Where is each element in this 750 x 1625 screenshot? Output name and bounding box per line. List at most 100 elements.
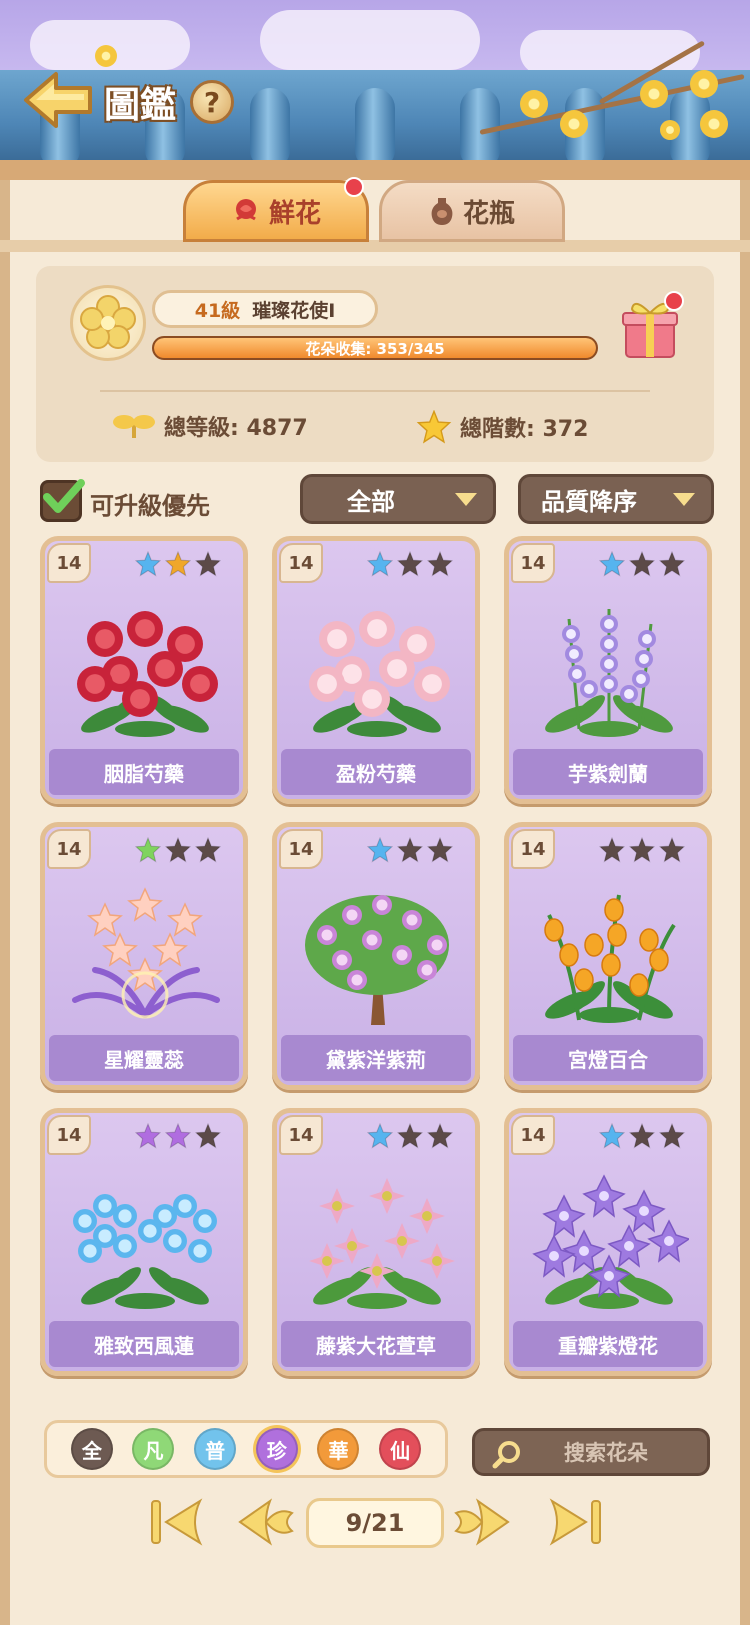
page-title: 圖鑑 — [104, 84, 177, 126]
rank-title: 璀璨花使I — [252, 299, 336, 322]
daylily-illustration — [309, 1178, 455, 1309]
flower-name: 星耀靈蕊 — [49, 1035, 239, 1081]
flower-card[interactable]: 14 盈粉芍藥 — [272, 536, 480, 804]
star-icon — [416, 410, 452, 444]
flower-card[interactable]: 14 胭脂芍藥 — [40, 536, 248, 804]
flower-card[interactable]: 14 宮燈百合 — [504, 822, 712, 1090]
total-tier-text: 總階數: 372 — [460, 417, 589, 442]
category-dropdown[interactable]: 全部 — [300, 474, 496, 524]
flower-stars — [135, 551, 221, 577]
rarity-filter-chip[interactable]: 珍 — [255, 1428, 298, 1470]
flower-card[interactable]: 14 黛紫洋紫荊 — [272, 822, 480, 1090]
star-icon — [367, 551, 393, 577]
star-icon — [135, 551, 161, 577]
star-icon — [599, 837, 625, 863]
star-icon — [165, 551, 191, 577]
flower-card[interactable]: 14 藤紫大花萱草 — [272, 1108, 480, 1376]
star-icon — [165, 1123, 191, 1149]
flower-name: 黛紫洋紫荊 — [281, 1035, 471, 1081]
flower-name: 宮燈百合 — [513, 1035, 703, 1081]
flower-name: 盈粉芍藥 — [281, 749, 471, 795]
gift-notification-dot — [664, 291, 684, 311]
summary-divider — [100, 390, 650, 392]
chevron-down-icon — [673, 493, 695, 506]
star-icon — [195, 1123, 221, 1149]
star-icon — [135, 837, 161, 863]
rose-icon — [235, 199, 256, 221]
star-icon — [165, 837, 191, 863]
help-button[interactable]: ? — [190, 80, 234, 124]
star-flower-illustration — [72, 887, 220, 1019]
tab-bar: 鮮花 花瓶 — [183, 177, 565, 242]
flower-stars — [367, 837, 453, 863]
flower-level: 14 — [47, 543, 91, 583]
flower-stars — [599, 551, 685, 577]
total-level-stat: 總等級: 4877 — [112, 410, 308, 442]
star-icon — [659, 551, 685, 577]
flower-name: 雅致西風蓮 — [49, 1321, 239, 1367]
flower-stars — [599, 1123, 685, 1149]
flower-level: 14 — [511, 829, 555, 869]
tab-flowers-label: 鮮花 — [268, 198, 321, 229]
flower-level: 14 — [511, 1115, 555, 1155]
gift-box-icon[interactable] — [620, 291, 684, 361]
flower-name: 芋紫劍蘭 — [513, 749, 703, 795]
flower-level: 14 — [279, 829, 323, 869]
star-icon — [397, 837, 423, 863]
star-icon — [427, 1123, 453, 1149]
flower-stars — [599, 837, 685, 863]
total-tier-stat: 總階數: 372 — [416, 410, 588, 444]
first-page-button[interactable] — [146, 1495, 206, 1549]
star-icon — [659, 837, 685, 863]
total-level-text: 總等級: 4877 — [164, 416, 308, 441]
collection-progress-bar: 花朵收集: 353/345 — [152, 336, 598, 360]
rarity-filter-chip[interactable]: 普 — [194, 1428, 237, 1470]
flower-stars — [135, 837, 221, 863]
next-page-button[interactable] — [452, 1495, 512, 1549]
star-icon — [599, 1123, 625, 1149]
tree-illustration — [305, 895, 449, 1025]
star-icon — [427, 551, 453, 577]
sort-dropdown[interactable]: 品質降序 — [518, 474, 714, 524]
roof-beam — [0, 160, 750, 180]
flower-name: 胭脂芍藥 — [49, 749, 239, 795]
rarity-filter-chip[interactable]: 華 — [317, 1428, 360, 1470]
tab-vases[interactable]: 花瓶 — [379, 180, 565, 242]
rarity-filter-chip[interactable]: 全 — [70, 1428, 113, 1470]
star-icon — [135, 1123, 161, 1149]
flower-name: 重瓣紫燈花 — [513, 1321, 703, 1367]
search-placeholder: 搜索花朵 — [564, 1441, 648, 1465]
chevron-down-icon — [455, 493, 477, 506]
search-icon — [492, 1441, 520, 1469]
blue-flower-illustration — [73, 1194, 217, 1309]
star-icon — [195, 551, 221, 577]
tab-vases-label: 花瓶 — [462, 198, 515, 229]
back-arrow-icon[interactable] — [22, 70, 94, 130]
rarity-filter-bar: 全凡普珍華仙 — [44, 1420, 448, 1478]
flower-card[interactable]: 14 重瓣紫燈花 — [504, 1108, 712, 1376]
upgradable-first-label[interactable]: 可升級優先 — [90, 486, 210, 521]
flower-card[interactable]: 14 芋紫劍蘭 — [504, 536, 712, 804]
flower-card[interactable]: 14 星耀靈蕊 — [40, 822, 248, 1090]
tab-flowers[interactable]: 鮮花 — [183, 177, 369, 242]
notification-dot — [344, 177, 364, 197]
sort-value: 品質降序 — [541, 487, 637, 516]
rarity-filter-chip[interactable]: 凡 — [132, 1428, 175, 1470]
level-banner: 41級 璀璨花使I — [152, 290, 378, 328]
star-icon — [629, 837, 655, 863]
flower-card[interactable]: 14 雅致西風蓮 — [40, 1108, 248, 1376]
search-flowers-button[interactable]: 搜索花朵 — [472, 1428, 710, 1476]
flower-level: 14 — [47, 1115, 91, 1155]
flower-stars — [367, 551, 453, 577]
peony-pink-illustration — [309, 611, 450, 737]
star-icon — [397, 551, 423, 577]
page-indicator: 9/21 — [306, 1498, 444, 1548]
star-icon — [599, 551, 625, 577]
previous-page-button[interactable] — [236, 1495, 296, 1549]
star-icon — [427, 837, 453, 863]
star-icon — [629, 551, 655, 577]
peony-red-illustration — [77, 611, 218, 737]
upgradable-first-checkbox[interactable] — [40, 479, 85, 522]
last-page-button[interactable] — [546, 1495, 606, 1549]
rarity-filter-chip[interactable]: 仙 — [379, 1428, 422, 1470]
